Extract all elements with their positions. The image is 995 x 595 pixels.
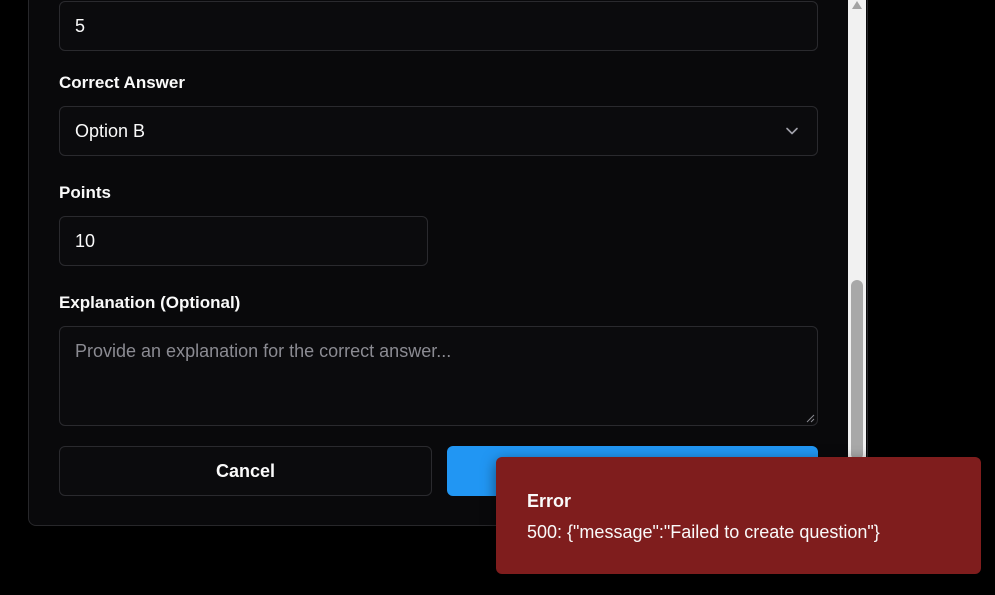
explanation-label: Explanation (Optional) — [59, 293, 241, 312]
explanation-textarea[interactable]: Provide an explanation for the correct a… — [59, 326, 818, 426]
scrollbar[interactable] — [848, 0, 866, 460]
arrow-up-icon[interactable] — [851, 0, 863, 12]
explanation-placeholder: Provide an explanation for the correct a… — [75, 341, 452, 361]
scrollbar-thumb[interactable] — [851, 280, 863, 460]
chevron-down-icon — [786, 127, 798, 135]
cancel-button-label: Cancel — [215, 460, 276, 481]
resize-handle-icon[interactable] — [806, 414, 815, 423]
points-label: Points — [59, 183, 111, 202]
option-input[interactable]: 5 — [59, 1, 818, 51]
points-input-value: 10 — [75, 230, 96, 251]
toast-message: 500: {"message":"Failed to create questi… — [527, 522, 880, 542]
points-input[interactable]: 10 — [59, 216, 428, 266]
viewport: 5 Correct Answer Option B Points 10 Expl… — [0, 0, 995, 595]
option-input-value: 5 — [75, 15, 86, 36]
error-toast[interactable]: Error 500: {"message":"Failed to create … — [496, 457, 981, 574]
cancel-button[interactable]: Cancel — [59, 446, 432, 496]
correct-answer-select[interactable]: Option B — [59, 106, 818, 156]
toast-title: Error — [527, 491, 572, 511]
correct-answer-selected-value: Option B — [75, 120, 146, 141]
correct-answer-label: Correct Answer — [59, 73, 185, 92]
